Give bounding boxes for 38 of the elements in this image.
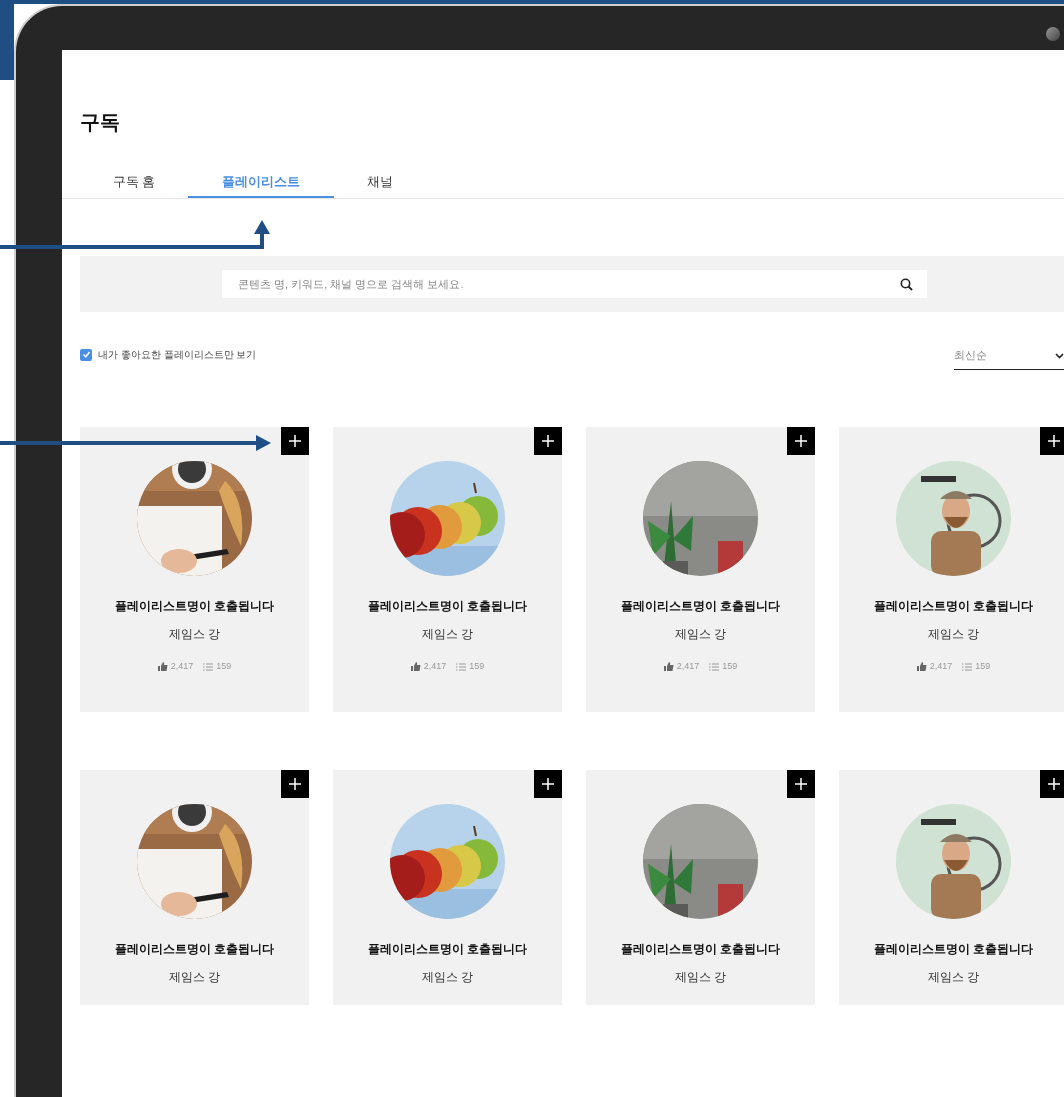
playlist-card[interactable]: 플레이리스트명이 호출됩니다 제임스 강: [839, 770, 1064, 1005]
playlist-card[interactable]: 플레이리스트명이 호출됩니다 제임스 강 2,417 159: [586, 427, 815, 712]
playlist-title: 플레이리스트명이 호출됩니다: [114, 941, 275, 957]
like-count: 2,417: [423, 660, 447, 673]
playlist-title: 플레이리스트명이 호출됩니다: [873, 941, 1034, 957]
playlist-title: 플레이리스트명이 호출됩니다: [367, 941, 528, 957]
checkbox-label: 내가 좋아요한 플레이리스트만 보기: [98, 348, 257, 362]
sort-dropdown[interactable]: 최신순: [954, 342, 1064, 370]
track-count: 159: [722, 660, 738, 673]
playlist-title: 플레이리스트명이 호출됩니다: [620, 598, 781, 614]
search-field[interactable]: 콘텐츠 명, 키워드, 채널 명으로 검색해 보세요.: [222, 270, 927, 298]
tab[interactable]: 채널: [334, 168, 426, 198]
playlist-card[interactable]: 플레이리스트명이 호출됩니다 제임스 강: [333, 770, 562, 1005]
author-name: 제임스 강: [674, 626, 727, 642]
playlist-title: 플레이리스트명이 호출됩니다: [367, 598, 528, 614]
track-count: 159: [975, 660, 991, 673]
like-count: 2,417: [929, 660, 953, 673]
page-title: 구독: [80, 110, 121, 135]
playlist-title: 플레이리스트명이 호출됩니다: [114, 598, 275, 614]
author-name: 제임스 강: [927, 626, 980, 642]
playlist-title: 플레이리스트명이 호출됩니다: [620, 941, 781, 957]
author-name: 제임스 강: [421, 969, 474, 985]
author-name: 제임스 강: [168, 969, 221, 985]
author-name: 제임스 강: [674, 969, 727, 985]
like-count: 2,417: [676, 660, 700, 673]
playlist-card[interactable]: 플레이리스트명이 호출됩니다 제임스 강 2,417 159: [333, 427, 562, 712]
author-name: 제임스 강: [927, 969, 980, 985]
author-name: 제임스 강: [168, 626, 221, 642]
track-count: 159: [216, 660, 232, 673]
author-name: 제임스 강: [421, 626, 474, 642]
playlist-title: 플레이리스트명이 호출됩니다: [873, 598, 1034, 614]
tab[interactable]: 구독 홈: [80, 168, 188, 198]
track-count: 159: [469, 660, 485, 673]
playlist-card[interactable]: 플레이리스트명이 호출됩니다 제임스 강: [586, 770, 815, 1005]
playlist-card[interactable]: 플레이리스트명이 호출됩니다 제임스 강 2,417 159: [80, 427, 309, 712]
playlist-card[interactable]: 플레이리스트명이 호출됩니다 제임스 강: [80, 770, 309, 1005]
like-count: 2,417: [170, 660, 194, 673]
playlist-card[interactable]: 플레이리스트명이 호출됩니다 제임스 강 2,417 159: [839, 427, 1064, 712]
